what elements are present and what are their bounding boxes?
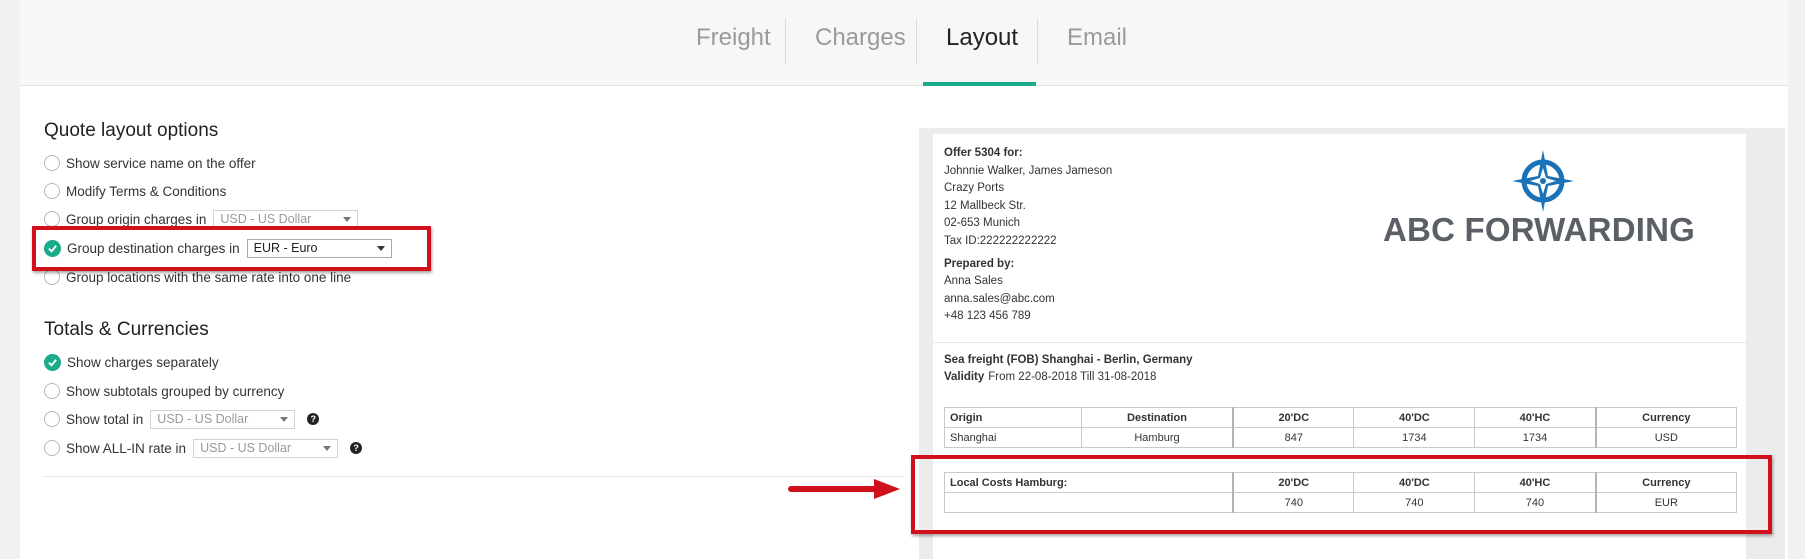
prepared-line: Anna Sales <box>944 275 1003 287</box>
freight-title: Sea freight (FOB) Shanghai - Berlin, Ger… <box>944 354 1193 366</box>
option-label: Modify Terms & Conditions <box>66 183 227 199</box>
table-header: Origin <box>944 407 1082 428</box>
table-header: 40'DC <box>1353 407 1476 428</box>
table-cell: USD <box>1595 427 1737 448</box>
chevron-down-icon <box>343 216 352 222</box>
table-cell: Shanghai <box>944 427 1082 448</box>
table-header: 20'DC <box>1232 407 1355 428</box>
check-circle-icon[interactable] <box>44 353 61 371</box>
tab-divider <box>785 18 786 64</box>
option-show-separately[interactable]: Show charges separately <box>44 351 219 373</box>
radio-unchecked[interactable] <box>44 440 60 456</box>
tab-layout[interactable]: Layout <box>946 24 1018 52</box>
tab-bar: Freight Charges Layout Email <box>20 0 1788 86</box>
radio-unchecked[interactable] <box>44 383 60 399</box>
client-line: Johnnie Walker, James Jameson <box>944 165 1113 177</box>
table-header: Currency <box>1595 407 1737 428</box>
prepared-title: Prepared by: <box>944 258 1015 270</box>
red-arrow-icon <box>788 479 900 499</box>
validity-line: Validity From 22-08-2018 Till 31-08-2018 <box>944 371 1156 383</box>
option-label: Show subtotals grouped by currency <box>66 383 285 399</box>
chevron-down-icon <box>280 416 289 422</box>
section-divider <box>44 476 904 477</box>
option-show-service-name[interactable]: Show service name on the offer <box>44 152 256 174</box>
totals-heading: Totals & Currencies <box>44 319 209 340</box>
tab-divider <box>916 18 917 64</box>
validity-value: From 22-08-2018 Till 31-08-2018 <box>988 371 1157 383</box>
radio-unchecked[interactable] <box>44 269 60 285</box>
option-label: Show total in <box>66 411 144 427</box>
tab-freight[interactable]: Freight <box>696 24 771 52</box>
company-logo-text: ABC FORWARDING <box>1383 211 1696 248</box>
help-icon[interactable]: ? <box>307 413 320 425</box>
option-show-allin[interactable]: Show ALL-IN rate in USD - US Dollar ? <box>44 437 363 459</box>
tab-divider <box>1037 18 1038 64</box>
table-cell: 1734 <box>1353 427 1476 448</box>
client-line: 12 Mallbeck Str. <box>944 200 1026 212</box>
preview-divider <box>933 342 1746 343</box>
chevron-down-icon <box>323 445 332 451</box>
compass-logo-icon <box>1512 150 1574 212</box>
radio-unchecked[interactable] <box>44 211 60 227</box>
client-line: Tax ID:222222222222 <box>944 235 1057 247</box>
table-header: Destination <box>1080 407 1234 428</box>
table-header: 40'HC <box>1474 407 1597 428</box>
select-value: USD - US Dollar <box>220 212 312 226</box>
client-line: 02-653 Munich <box>944 217 1021 229</box>
table-row: Shanghai Hamburg 847 1734 1734 USD <box>944 427 1737 448</box>
option-label: Show ALL-IN rate in <box>66 440 187 456</box>
option-label: Show service name on the offer <box>66 155 256 171</box>
option-modify-terms[interactable]: Modify Terms & Conditions <box>44 180 226 202</box>
select-value: USD - US Dollar <box>157 412 249 426</box>
option-label: Show charges separately <box>67 354 219 370</box>
table-cell: 847 <box>1232 427 1355 448</box>
highlight-box-destination <box>32 226 431 271</box>
validity-label: Validity <box>944 371 985 383</box>
help-icon[interactable]: ? <box>350 442 363 454</box>
quote-layout-heading: Quote layout options <box>44 120 219 141</box>
radio-unchecked[interactable] <box>44 155 60 171</box>
offer-title: Offer 5304 for: <box>944 147 1023 159</box>
allin-currency-select[interactable]: USD - US Dollar <box>193 438 339 458</box>
highlight-box-local-costs <box>911 455 1772 534</box>
prepared-line: +48 123 456 789 <box>944 310 1031 322</box>
prepared-line: anna.sales@abc.com <box>944 293 1055 305</box>
freight-table: Origin Destination 20'DC 40'DC 40'HC Cur… <box>944 407 1737 448</box>
tab-charges[interactable]: Charges <box>815 24 906 52</box>
client-line: Crazy Ports <box>944 182 1005 194</box>
option-show-subtotals[interactable]: Show subtotals grouped by currency <box>44 380 284 402</box>
table-header-row: Origin Destination 20'DC 40'DC 40'HC Cur… <box>944 407 1737 428</box>
option-label: Group locations with the same rate into … <box>66 269 352 285</box>
select-value: USD - US Dollar <box>200 441 292 455</box>
option-show-total[interactable]: Show total in USD - US Dollar ? <box>44 408 320 430</box>
radio-unchecked[interactable] <box>44 411 60 427</box>
total-currency-select[interactable]: USD - US Dollar <box>150 409 296 429</box>
radio-unchecked[interactable] <box>44 183 60 199</box>
option-label: Group origin charges in <box>66 211 207 227</box>
tab-email[interactable]: Email <box>1067 24 1127 52</box>
table-cell: Hamburg <box>1080 427 1234 448</box>
table-cell: 1734 <box>1474 427 1597 448</box>
